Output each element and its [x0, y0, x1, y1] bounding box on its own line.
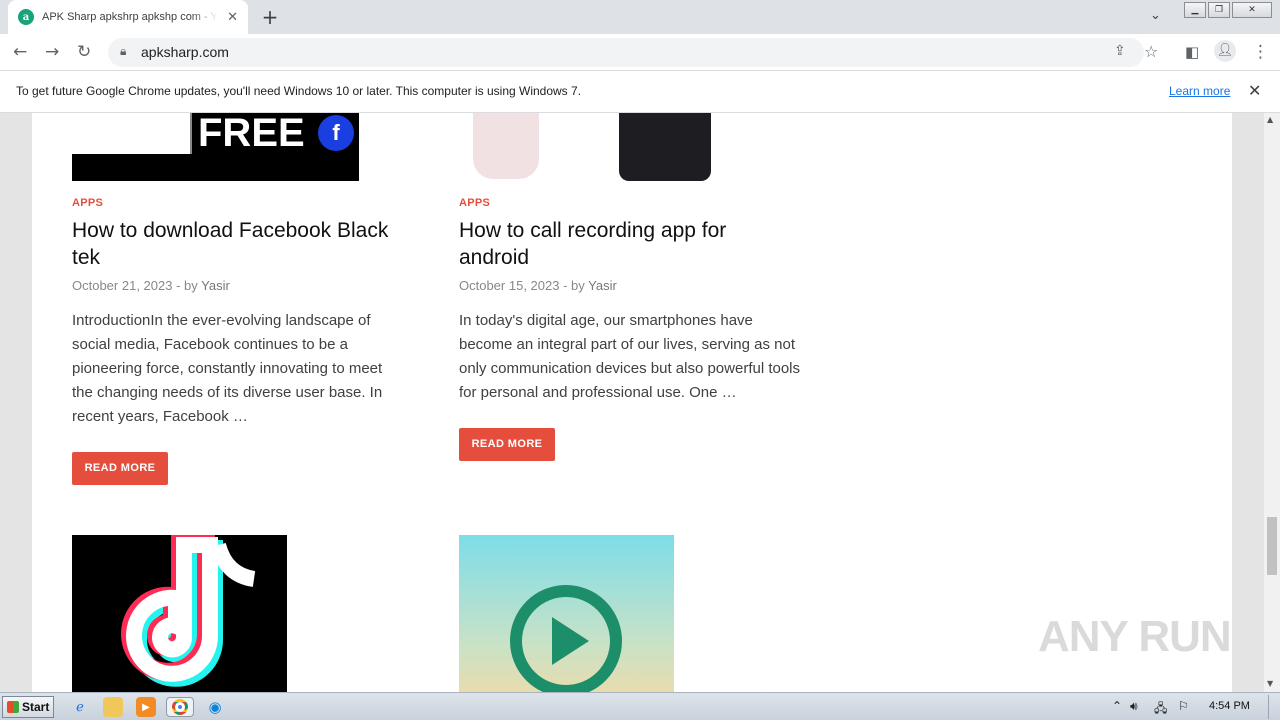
taskbar-clock[interactable]: 4:54 PM — [1209, 700, 1250, 712]
tab-strip: a APK Sharp apkshrp apkshp com - Your ✕ … — [0, 0, 1280, 34]
tab-title: APK Sharp apkshrp apkshp com - Your — [42, 11, 218, 23]
new-tab-button[interactable]: + — [258, 6, 282, 28]
network-icon[interactable]: 🖧 — [1154, 699, 1167, 720]
post-excerpt: In today's digital age, our smartphones … — [459, 312, 801, 401]
post-category[interactable]: APPS — [72, 197, 103, 209]
menu-kebab-icon[interactable]: ⋮ — [1252, 42, 1269, 62]
thumbnail-person-figure — [473, 113, 539, 179]
post-thumbnail[interactable] — [459, 113, 714, 181]
thumbnail-free-text: FREE — [198, 113, 305, 155]
page-content: FREE f APPS How to download Facebook Bla… — [32, 113, 1232, 692]
post-excerpt: IntroductionIn the ever-evolving landsca… — [72, 312, 383, 425]
post-meta: October 15, 2023 - by Yasir — [459, 278, 617, 293]
edge-icon[interactable]: ◉ — [205, 697, 225, 717]
page-scrollbar[interactable]: ▲ ▼ — [1264, 113, 1280, 692]
action-center-flag-icon[interactable]: ⚐ — [1178, 699, 1189, 713]
tiktok-logo-icon — [121, 535, 256, 687]
post-title-line[interactable]: tek — [72, 244, 388, 271]
post-category[interactable]: APPS — [459, 197, 490, 209]
post-meta: October 21, 2023 - by Yasir — [72, 278, 230, 293]
post-thumbnail[interactable]: FREE f — [72, 113, 359, 181]
post-date[interactable]: October 15, 2023 — [459, 278, 559, 293]
post-by-label: by — [571, 278, 585, 293]
post-title-line[interactable]: android — [459, 244, 726, 271]
thumbnail-person-figure — [619, 113, 711, 181]
window-close-button[interactable]: ✕ — [1232, 2, 1272, 18]
windows-taskbar: Start ℯ ▶ ◉ ⌃ 🔊︎ 🖧 ⚐ 4:54 PM — [0, 692, 1280, 720]
infobar-message: To get future Google Chrome updates, you… — [16, 84, 582, 98]
scroll-up-arrow-icon[interactable]: ▲ — [1267, 115, 1273, 124]
forward-arrow-icon[interactable]: → — [45, 42, 59, 62]
chrome-taskbar-button[interactable] — [166, 697, 194, 717]
back-arrow-icon[interactable]: ← — [13, 42, 27, 62]
post-title[interactable]: How to call recording app for android — [459, 217, 726, 271]
start-label: Start — [22, 700, 50, 714]
restore-button[interactable]: ❐ — [1208, 2, 1230, 18]
tray-expand-icon[interactable]: ⌃ — [1112, 699, 1122, 713]
file-explorer-icon[interactable] — [103, 697, 123, 717]
tab-close-icon[interactable]: ✕ — [227, 10, 238, 25]
chrome-logo-icon — [172, 699, 188, 715]
address-bar[interactable]: 🔒︎ apksharp.com ⇪ ☆ — [108, 38, 1158, 67]
read-more-button[interactable]: READ MORE — [459, 428, 555, 461]
profile-avatar-icon[interactable]: 👤︎ — [1214, 40, 1236, 62]
scroll-down-arrow-icon[interactable]: ▼ — [1267, 679, 1273, 688]
post-author[interactable]: Yasir — [588, 278, 617, 293]
tab-search-chevron-icon[interactable]: ⌄ — [1150, 8, 1161, 23]
windows-logo-icon — [7, 701, 19, 713]
media-player-icon[interactable]: ▶ — [136, 697, 156, 717]
play-circle-icon — [510, 585, 622, 692]
scrollbar-thumb[interactable] — [1267, 517, 1277, 575]
active-tab[interactable]: a APK Sharp apkshrp apkshp com - Your ✕ — [8, 0, 248, 34]
post-title-line[interactable]: How to download Facebook Black — [72, 217, 388, 244]
anyrun-watermark: ANY RUN — [1038, 612, 1232, 661]
infobar-close-icon[interactable]: ✕ — [1248, 81, 1261, 100]
show-desktop-button[interactable] — [1268, 695, 1278, 719]
internet-explorer-icon[interactable]: ℯ — [70, 697, 90, 717]
volume-icon[interactable]: 🔊︎ — [1130, 699, 1138, 714]
reload-icon[interactable]: ↻ — [77, 42, 91, 62]
learn-more-link[interactable]: Learn more — [1169, 84, 1230, 98]
bookmark-star-icon[interactable]: ☆ — [1144, 42, 1158, 61]
url-text[interactable]: apksharp.com — [141, 44, 229, 60]
meta-separator: - — [176, 278, 185, 293]
read-more-button[interactable]: READ MORE — [72, 452, 168, 485]
browser-toolbar: ← → ↻ 🔒︎ apksharp.com ⇪ ☆ ◧ 👤︎ ⋮ — [0, 34, 1280, 71]
post-date[interactable]: October 21, 2023 — [72, 278, 172, 293]
site-favicon-icon: a — [18, 9, 34, 25]
post-thumbnail[interactable] — [459, 535, 674, 692]
lock-icon[interactable]: 🔒︎ — [120, 44, 126, 59]
minimize-button[interactable]: ▁ — [1184, 2, 1206, 18]
post-by-label: by — [184, 278, 198, 293]
update-infobar: To get future Google Chrome updates, you… — [0, 71, 1280, 113]
post-author[interactable]: Yasir — [201, 278, 230, 293]
post-title[interactable]: How to download Facebook Black tek — [72, 217, 388, 271]
post-thumbnail[interactable] — [72, 535, 287, 692]
post-title-line[interactable]: How to call recording app for — [459, 217, 726, 244]
share-icon[interactable]: ⇪ — [1114, 43, 1126, 59]
meta-separator: - — [563, 278, 572, 293]
browser-window: a APK Sharp apkshrp apkshp com - Your ✕ … — [0, 0, 1280, 720]
facebook-logo-icon: f — [318, 115, 354, 151]
thumbnail-screenshot-panel — [72, 113, 192, 154]
start-button[interactable]: Start — [2, 696, 54, 718]
page-viewport: FREE f APPS How to download Facebook Bla… — [0, 113, 1264, 692]
side-panel-icon[interactable]: ◧ — [1185, 42, 1199, 62]
